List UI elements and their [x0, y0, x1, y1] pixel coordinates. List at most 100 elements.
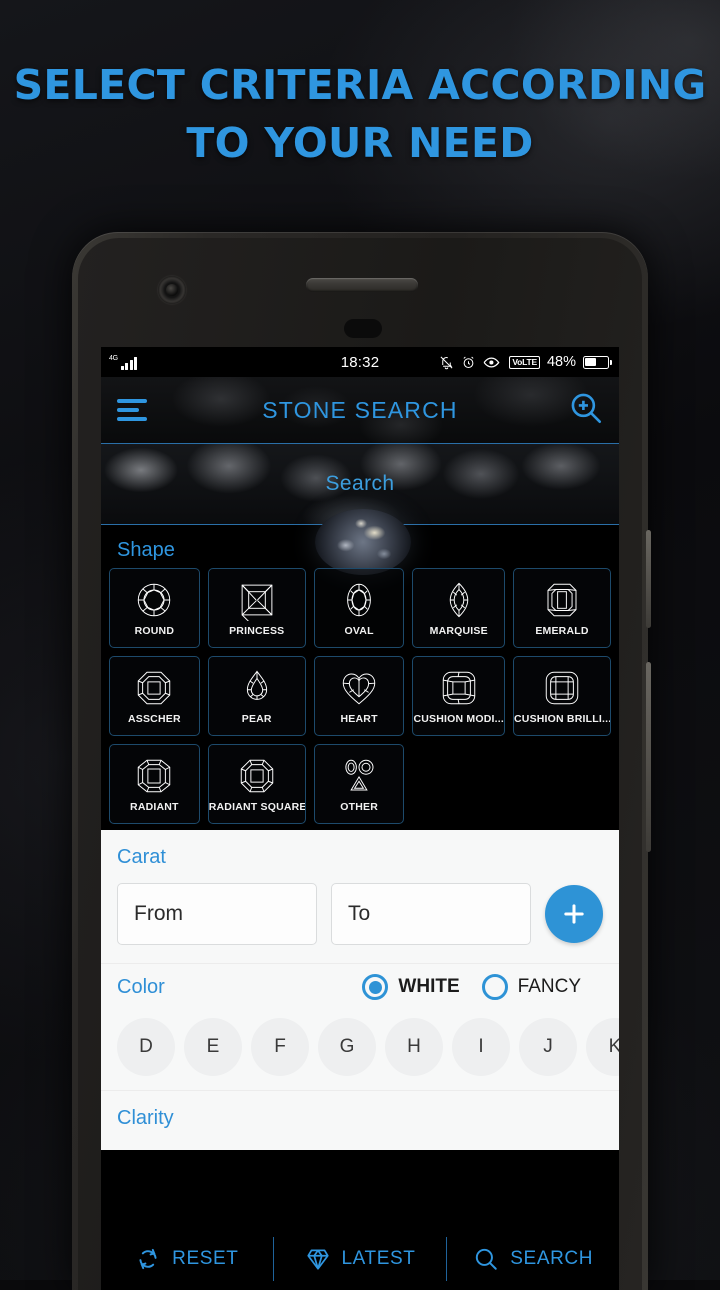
marquise-diamond-icon [438, 579, 480, 621]
hamburger-menu-icon[interactable] [117, 399, 147, 421]
color-grade-chip[interactable]: G [318, 1018, 376, 1076]
shape-name: MARQUISE [429, 625, 488, 637]
heart-diamond-icon [338, 667, 380, 709]
color-grade-chip[interactable]: I [452, 1018, 510, 1076]
clarity-section-label: Clarity [117, 1107, 174, 1129]
color-section-label: Color [117, 975, 165, 998]
status-bar-icons: VoLTE 48% [439, 354, 613, 370]
shape-tile-other[interactable]: OTHER [313, 744, 405, 824]
carat-from-input[interactable]: From [117, 883, 317, 945]
search-button[interactable]: SEARCH [447, 1228, 619, 1290]
diamond-icon [305, 1246, 331, 1272]
shape-grid: ROUND PRINCESS OVAL MARQUISE EMERALD ASS… [101, 568, 619, 824]
carat-to-input[interactable]: To [331, 883, 531, 945]
clarity-row: Clarity [101, 1090, 619, 1150]
shape-name: CUSHION BRILLI... [514, 713, 610, 725]
color-grade-chip[interactable]: K [586, 1018, 619, 1076]
color-option-fancy[interactable]: FANCY [481, 974, 581, 1000]
add-carat-range-button[interactable] [545, 885, 603, 943]
shape-name: ROUND [134, 625, 175, 637]
power-button[interactable] [646, 530, 651, 628]
earpiece-speaker [306, 278, 418, 292]
shape-tile-marquise[interactable]: MARQUISE [412, 568, 505, 648]
shape-name: OVAL [344, 625, 374, 637]
shape-name: PRINCESS [229, 625, 285, 637]
shape-name: CUSHION MODI... [413, 713, 504, 725]
filter-panel: Carat From To Color WHITE FANCY D E F G … [101, 830, 619, 1150]
headline-line-2: TO YOUR NEED [186, 119, 534, 167]
color-grade-chip[interactable]: E [184, 1018, 242, 1076]
color-type-radios: WHITE FANCY [362, 974, 603, 1000]
bottom-action-bar: RESET LATEST SEARCH [101, 1228, 619, 1290]
headline-line-1: SELECT CRITERIA ACCORDING [13, 61, 707, 109]
cushion-brilliant-diamond-icon [541, 667, 583, 709]
color-grade-chip[interactable]: D [117, 1018, 175, 1076]
carat-row: From To [101, 869, 619, 963]
refresh-icon [135, 1246, 161, 1272]
shape-name: OTHER [340, 801, 378, 813]
shape-name: HEART [340, 713, 378, 725]
latest-label: LATEST [341, 1248, 416, 1269]
shape-tile-round[interactable]: ROUND [109, 568, 200, 648]
shape-tile-cushion-brilliant[interactable]: CUSHION BRILLI... [513, 656, 611, 736]
cushion-modified-diamond-icon [438, 667, 480, 709]
latest-button[interactable]: LATEST [274, 1228, 446, 1290]
round-diamond-icon [133, 579, 175, 621]
shape-tile-radiant[interactable]: RADIANT [109, 744, 200, 824]
shape-name: PEAR [241, 713, 272, 725]
shape-name: RADIANT [130, 801, 179, 813]
shape-tile-heart[interactable]: HEART [313, 656, 405, 736]
front-camera-icon [158, 276, 186, 304]
shape-tile-asscher[interactable]: ASSCHER [109, 656, 200, 736]
shape-tile-emerald[interactable]: EMERALD [513, 568, 611, 648]
magnifier-icon [473, 1246, 499, 1272]
bell-off-icon [439, 355, 454, 370]
shape-section-label: Shape [117, 539, 175, 561]
app-bar-title: STONE SEARCH [262, 396, 458, 423]
shape-name: RADIANT SQUARE [208, 801, 305, 813]
plus-icon [560, 900, 588, 928]
shape-tile-princess[interactable]: PRINCESS [207, 568, 306, 648]
shape-name: EMERALD [535, 625, 589, 637]
radiant-square-diamond-icon [236, 755, 278, 797]
shape-tile-radiant-square[interactable]: RADIANT SQUARE [207, 744, 306, 824]
page-title: SELECT CRITERIA ACCORDING TO YOUR NEED [0, 56, 720, 172]
asscher-diamond-icon [133, 667, 175, 709]
princess-diamond-icon [236, 579, 278, 621]
color-grade-chip[interactable]: F [251, 1018, 309, 1076]
emerald-diamond-icon [541, 579, 583, 621]
battery-percentage: 48% [546, 354, 576, 370]
zoom-in-search-icon[interactable] [569, 391, 603, 430]
phone-screen: 4G 18:32 VoLTE 48% STONE SEARCH Search S… [101, 347, 619, 1290]
radio-unselected-icon [481, 974, 508, 1000]
reset-label: RESET [172, 1248, 239, 1269]
app-bar: STONE SEARCH [101, 377, 619, 443]
shape-name: ASSCHER [127, 713, 181, 725]
color-grade-chip[interactable]: J [519, 1018, 577, 1076]
carat-section-label: Carat [117, 846, 166, 868]
shape-tile-pear[interactable]: PEAR [207, 656, 306, 736]
volume-button[interactable] [646, 662, 651, 852]
shape-tile-oval[interactable]: OVAL [313, 568, 405, 648]
color-grade-chip[interactable]: H [385, 1018, 443, 1076]
pear-diamond-icon [236, 667, 278, 709]
reset-button[interactable]: RESET [101, 1228, 273, 1290]
color-row: Color WHITE FANCY [101, 963, 619, 1008]
radiant-diamond-icon [133, 755, 175, 797]
volte-badge: VoLTE [509, 355, 540, 369]
radio-label: WHITE [398, 976, 460, 997]
search-placeholder: Search [325, 472, 395, 495]
eye-icon [483, 356, 502, 369]
color-grade-chips: D E F G H I J K [101, 1008, 619, 1090]
other-shapes-icon [338, 755, 380, 797]
shape-tile-cushion-modified[interactable]: CUSHION MODI... [412, 656, 505, 736]
radio-selected-icon [362, 974, 389, 1000]
color-option-white[interactable]: WHITE [362, 974, 460, 1000]
shape-section: Shape ROUND PRINCESS OVAL MARQUISE EMERA… [101, 509, 619, 830]
status-bar: 4G 18:32 VoLTE 48% [101, 347, 619, 377]
proximity-sensor [344, 319, 382, 338]
battery-icon [583, 355, 613, 369]
radio-label: FANCY [517, 976, 581, 997]
search-label: SEARCH [510, 1248, 594, 1269]
phone-frame: 4G 18:32 VoLTE 48% STONE SEARCH Search S… [72, 232, 651, 1290]
